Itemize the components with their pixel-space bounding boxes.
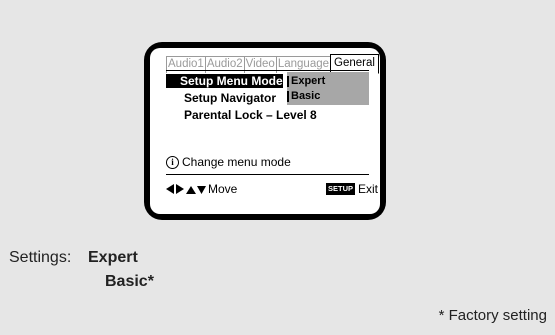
info-text: Change menu mode	[182, 155, 291, 169]
setup-screen: Audio1 Audio2 Video Language General Set…	[150, 48, 380, 214]
info-line: i Change menu mode	[166, 155, 291, 169]
menu-item-setup-navigator[interactable]: Setup Navigator	[166, 91, 283, 105]
option-basic[interactable]: Basic	[287, 89, 320, 103]
settings-expert: Expert	[88, 249, 138, 266]
factory-setting-note: * Factory setting	[438, 307, 547, 324]
settings-label: Settings:	[9, 249, 72, 266]
info-icon: i	[166, 155, 179, 169]
move-label: Move	[208, 182, 238, 196]
tab-general[interactable]: General	[330, 54, 379, 74]
option-expert[interactable]: Expert	[287, 74, 325, 88]
menu-item-parental-lock[interactable]: Parental Lock – Level 8	[184, 108, 317, 122]
exit-label: Exit	[358, 182, 379, 196]
menu-item-setup-menu-mode[interactable]: Setup Menu Mode	[166, 74, 283, 88]
footer-divider	[166, 174, 369, 175]
exit-hint[interactable]: SETUP Exit	[326, 182, 378, 196]
settings-basic: Basic*	[105, 273, 154, 290]
setup-key-icon: SETUP	[326, 183, 356, 195]
arrow-keys-icon	[166, 184, 206, 194]
move-hint: Move	[166, 182, 237, 196]
tab-divider	[166, 70, 369, 71]
